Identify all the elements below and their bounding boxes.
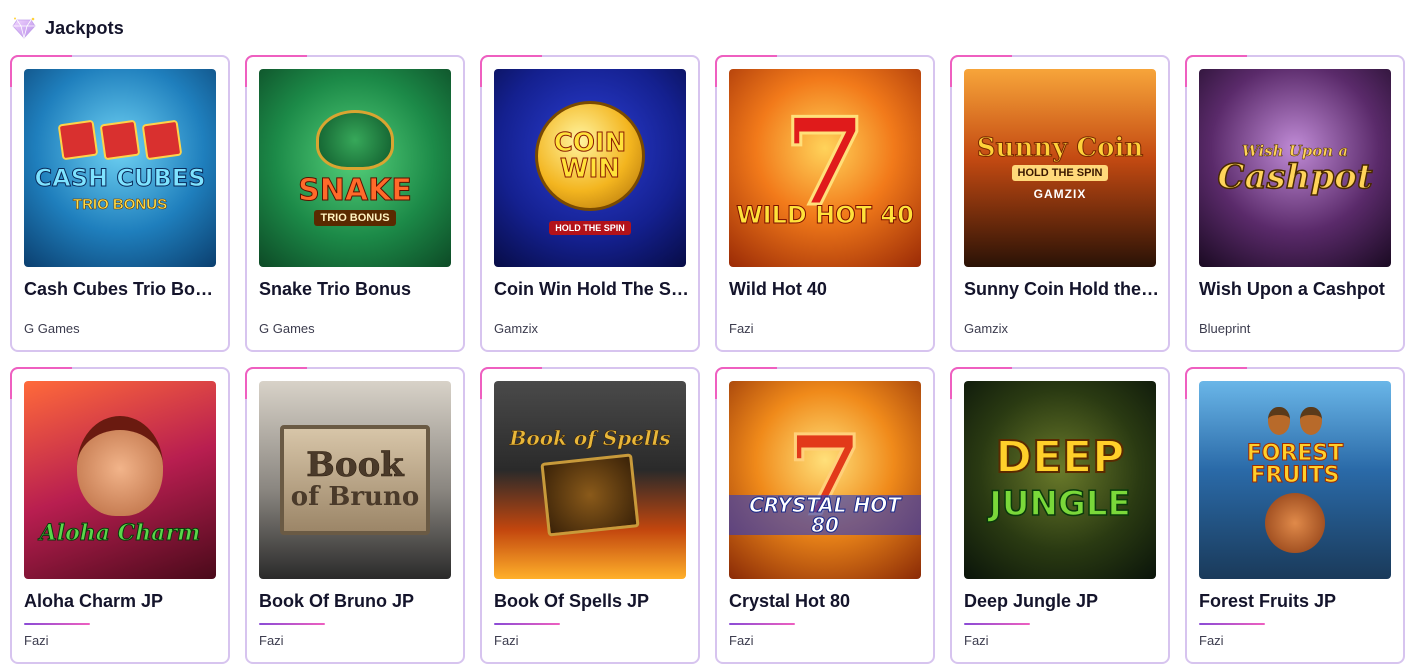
- game-card[interactable]: 7 CRYSTAL HOT 80 Crystal Hot 80 Fazi: [715, 367, 935, 664]
- game-card[interactable]: Aloha Charm Aloha Charm JP Fazi: [10, 367, 230, 664]
- game-card[interactable]: DEEP JUNGLE Deep Jungle JP Fazi: [950, 367, 1170, 664]
- game-provider: Gamzix: [494, 321, 539, 336]
- game-thumbnail[interactable]: SNAKE TRIO BONUS: [259, 69, 451, 267]
- game-name[interactable]: Deep Jungle JP: [964, 591, 1160, 612]
- card-divider: [1199, 623, 1265, 625]
- game-provider: Fazi: [729, 633, 754, 648]
- game-thumbnail[interactable]: Book of Spells: [494, 381, 686, 579]
- game-provider: G Games: [259, 321, 315, 336]
- game-thumbnail[interactable]: Book of Bruno: [259, 381, 451, 579]
- cubes-art: [57, 119, 183, 160]
- art-subtitle: HOLD THE SPIN: [1011, 165, 1109, 181]
- art-subtitle: JUNGLE: [988, 483, 1131, 525]
- game-name[interactable]: Coin Win Hold The Spin: [494, 279, 690, 300]
- game-card[interactable]: Wish Upon a Cashpot Wish Upon a Cashpot …: [1185, 55, 1405, 352]
- card-divider: [964, 623, 1030, 625]
- art-title: CASH CUBES: [34, 163, 206, 192]
- snake-art: [316, 110, 394, 170]
- art-subtitle: TRIO BONUS: [72, 195, 168, 213]
- game-thumbnail[interactable]: CASH CUBES TRIO BONUS: [24, 69, 216, 267]
- game-provider: G Games: [24, 321, 80, 336]
- game-card[interactable]: SNAKE TRIO BONUS Snake Trio Bonus G Game…: [245, 55, 465, 352]
- art-title: Book: [306, 445, 404, 485]
- game-card[interactable]: Sunny Coin HOLD THE SPIN GAMZIX Sunny Co…: [950, 55, 1170, 352]
- game-name[interactable]: Crystal Hot 80: [729, 591, 925, 612]
- section-title: Jackpots: [45, 17, 124, 38]
- art-title: DEEP: [995, 432, 1126, 483]
- game-name[interactable]: Snake Trio Bonus: [259, 279, 455, 300]
- art-title: COIN WIN: [553, 128, 627, 184]
- game-thumbnail[interactable]: 7 CRYSTAL HOT 80: [729, 381, 921, 579]
- game-provider: Fazi: [1199, 633, 1224, 648]
- book-art: Book of Bruno: [280, 425, 430, 535]
- game-name[interactable]: Forest Fruits JP: [1199, 591, 1395, 612]
- game-thumbnail[interactable]: COIN WIN HOLD THE SPIN: [494, 69, 686, 267]
- game-card[interactable]: COIN WIN HOLD THE SPIN Coin Win Hold The…: [480, 55, 700, 352]
- tome-art: [540, 453, 640, 537]
- section-header: Jackpots: [12, 14, 124, 42]
- acorns-art: [1268, 407, 1322, 435]
- game-name[interactable]: Book Of Spells JP: [494, 591, 690, 612]
- game-thumbnail[interactable]: FOREST FRUITS: [1199, 381, 1391, 579]
- game-name[interactable]: Wild Hot 40: [729, 279, 925, 300]
- card-divider: [24, 623, 90, 625]
- game-provider: Fazi: [259, 633, 284, 648]
- game-card[interactable]: 7 WILD HOT 40 Wild Hot 40 Fazi: [715, 55, 935, 352]
- card-divider: [494, 623, 560, 625]
- game-provider: Gamzix: [964, 321, 1009, 336]
- game-provider: Blueprint: [1199, 321, 1251, 336]
- game-name[interactable]: Aloha Charm JP: [24, 591, 220, 612]
- art-title: Sunny Coin: [976, 133, 1144, 163]
- art-brand: GAMZIX: [1033, 187, 1087, 201]
- card-divider: [729, 623, 795, 625]
- game-card[interactable]: Book of Spells Book Of Spells JP Fazi: [480, 367, 700, 664]
- game-card[interactable]: FOREST FRUITS Forest Fruits JP Fazi: [1185, 367, 1405, 664]
- game-thumbnail[interactable]: DEEP JUNGLE: [964, 381, 1156, 579]
- art-title: CRYSTAL HOT 80: [729, 494, 921, 535]
- game-thumbnail[interactable]: Aloha Charm: [24, 381, 216, 579]
- game-name[interactable]: Book Of Bruno JP: [259, 591, 455, 612]
- art-subtitle: of Bruno: [290, 482, 420, 512]
- art-title: SNAKE: [298, 173, 413, 208]
- game-provider: Fazi: [24, 633, 49, 648]
- game-name[interactable]: Sunny Coin Hold the Spin: [964, 279, 1160, 300]
- game-thumbnail[interactable]: Sunny Coin HOLD THE SPIN GAMZIX: [964, 69, 1156, 267]
- diamond-icon: [12, 17, 36, 39]
- art-subtitle: HOLD THE SPIN: [549, 221, 631, 235]
- art-title: FOREST FRUITS: [1246, 441, 1344, 488]
- game-thumbnail[interactable]: Wish Upon a Cashpot: [1199, 69, 1391, 267]
- games-grid: CASH CUBES TRIO BONUS Cash Cubes Trio Bo…: [10, 55, 1405, 664]
- squirrel-art: [1265, 493, 1325, 553]
- game-name[interactable]: Wish Upon a Cashpot: [1199, 279, 1395, 300]
- art-title: Cashpot: [1217, 157, 1374, 197]
- character-art: [77, 416, 163, 516]
- art-title: Aloha Charm: [39, 520, 201, 546]
- game-name[interactable]: Cash Cubes Trio Bonus: [24, 279, 220, 300]
- game-provider: Fazi: [964, 633, 989, 648]
- game-thumbnail[interactable]: 7 WILD HOT 40: [729, 69, 921, 267]
- card-divider: [259, 623, 325, 625]
- art-title: WILD HOT 40: [736, 201, 915, 229]
- game-card[interactable]: Book of Bruno Book Of Bruno JP Fazi: [245, 367, 465, 664]
- art-subtitle: TRIO BONUS: [314, 210, 396, 226]
- coin-art: COIN WIN: [535, 101, 645, 211]
- art-title: Book of Spells: [509, 426, 671, 450]
- game-provider: Fazi: [729, 321, 754, 336]
- game-card[interactable]: CASH CUBES TRIO BONUS Cash Cubes Trio Bo…: [10, 55, 230, 352]
- game-provider: Fazi: [494, 633, 519, 648]
